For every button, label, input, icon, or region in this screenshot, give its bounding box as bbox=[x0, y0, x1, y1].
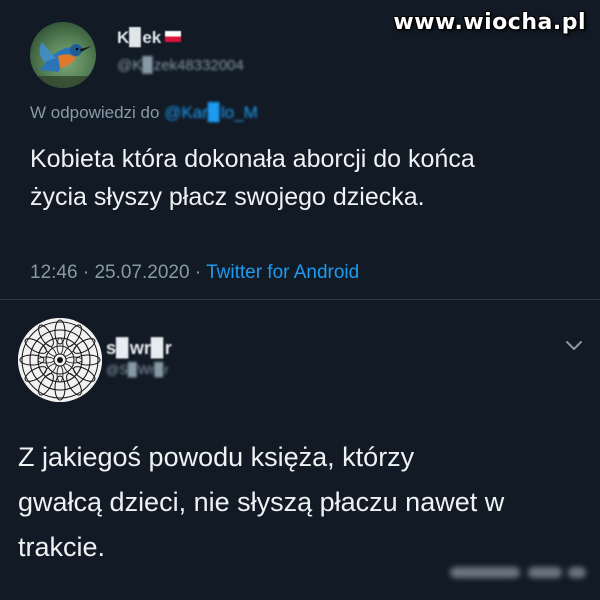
tweet-text-line: gwałcą dzieci, nie słyszą płaczu nawet w bbox=[18, 487, 505, 517]
display-name[interactable]: K▉ek bbox=[117, 28, 182, 48]
avatar[interactable] bbox=[30, 22, 96, 88]
reply-context: W odpowiedzi do @Kar▉lo_M bbox=[30, 103, 258, 123]
reply-mention-link[interactable]: @Kar▉lo_M bbox=[164, 103, 258, 123]
tweet-focused: K▉ek @K▉zek48332004 W odpowiedzi do @Kar… bbox=[0, 0, 600, 298]
display-name[interactable]: s▉wr▉r bbox=[106, 338, 172, 359]
user-handle[interactable]: @K▉zek48332004 bbox=[117, 56, 244, 74]
reply-prefix: W odpowiedzi do bbox=[30, 103, 160, 122]
tweet-text-line: życia słyszy płacz swojego dziecka. bbox=[30, 183, 425, 211]
tweet-meta: 12:46 · 25.07.2020 · Twitter for Android bbox=[30, 262, 359, 284]
user-handle[interactable]: @S▉Wr▉r bbox=[106, 362, 169, 378]
kingfisher-avatar bbox=[30, 42, 96, 88]
tweet-reply[interactable]: s▉wr▉r @S▉Wr▉r Z jakiegoś powodu księża,… bbox=[0, 300, 600, 600]
tweet-text-line: Kobieta która dokonała aborcji do końca bbox=[30, 145, 475, 173]
chevron-down-icon[interactable] bbox=[564, 338, 584, 352]
tweet-text-line: Z jakiegoś powodu księża, którzy bbox=[18, 442, 415, 472]
mandala-avatar bbox=[18, 318, 102, 402]
tweet-date[interactable]: 25.07.2020 bbox=[94, 262, 189, 283]
tweet-text: Kobieta która dokonała aborcji do końca … bbox=[30, 140, 580, 216]
meta-separator: · bbox=[194, 262, 202, 283]
poland-flag-icon bbox=[165, 31, 182, 42]
avatar[interactable] bbox=[18, 318, 102, 402]
display-name-text: K▉ek bbox=[117, 28, 162, 47]
tweet-text: Z jakiegoś powodu księża, którzy gwałcą … bbox=[18, 435, 583, 570]
tweet-source-link[interactable]: Twitter for Android bbox=[206, 262, 359, 283]
meta-separator: · bbox=[82, 262, 90, 283]
blurred-credit bbox=[450, 561, 590, 585]
tweet-time[interactable]: 12:46 bbox=[30, 262, 78, 283]
